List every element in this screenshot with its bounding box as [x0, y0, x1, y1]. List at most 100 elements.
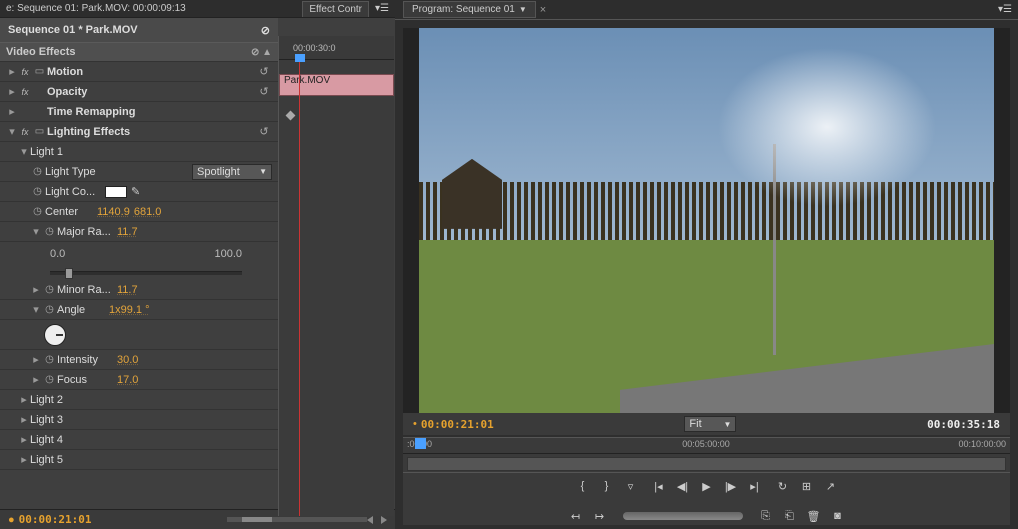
light4-header[interactable]: ▸ Light 4 [0, 430, 278, 450]
angle-dial-row [0, 320, 278, 350]
color-swatch[interactable] [105, 186, 127, 198]
stopwatch-icon[interactable]: ◷ [42, 284, 57, 295]
panel-menu-icon[interactable]: ▾☰ [369, 1, 395, 16]
safe-margins-button[interactable]: ⊞ [796, 477, 818, 495]
twirl-icon[interactable]: ▸ [30, 353, 42, 366]
stopwatch-icon[interactable]: ◷ [42, 226, 57, 237]
twirl-icon[interactable]: ▾ [30, 225, 42, 238]
twirl-icon[interactable]: ▸ [18, 433, 30, 446]
play-button[interactable]: ▶ [696, 477, 718, 495]
light-type-select[interactable]: Spotlight▼ [192, 164, 272, 180]
effect-motion[interactable]: ▸ fx ▭ Motion ↺ [0, 62, 278, 82]
twirl-icon[interactable]: ▸ [6, 105, 18, 118]
out-point-button[interactable]: } [596, 477, 618, 495]
twirl-icon[interactable]: ▾ [6, 125, 18, 138]
step-back-button[interactable]: ◀| [672, 477, 694, 495]
stopwatch-icon[interactable]: ◷ [42, 374, 57, 385]
effect-timeline[interactable]: 00:00:30:0 Park.MOV [278, 36, 394, 516]
trash-button[interactable]: 🗑 [803, 507, 825, 525]
stopwatch-icon[interactable]: ◷ [30, 206, 45, 217]
marker-icon: • [413, 418, 417, 430]
twirl-icon[interactable]: ▸ [18, 453, 30, 466]
minor-radius-value[interactable]: 11.7 [117, 284, 138, 296]
direct-manip-icon[interactable]: ▭ [32, 126, 47, 137]
twirl-icon[interactable]: ▾ [30, 303, 42, 316]
zoom-in-icon[interactable] [381, 516, 387, 524]
source-tab[interactable]: e: Sequence 01: Park.MOV: 00:00:09:13 [0, 1, 192, 16]
close-tab-icon[interactable]: × [540, 4, 546, 16]
effect-lighting[interactable]: ▾ fx ▭ Lighting Effects ↺ [0, 122, 278, 142]
program-infobar: • 00:00:21:01 Fit▼ 00:00:35:18 [403, 413, 1010, 435]
effect-opacity[interactable]: ▸ fx Opacity ↺ [0, 82, 278, 102]
program-ruler[interactable]: :00:00 00:05:00:00 00:10:00:00 [403, 438, 1010, 454]
light2-header[interactable]: ▸ Light 2 [0, 390, 278, 410]
extract-button[interactable]: ⎗ [779, 507, 801, 525]
stopwatch-icon[interactable]: ◷ [42, 304, 57, 315]
stopwatch-icon[interactable]: ◷ [42, 354, 57, 365]
marker-button[interactable]: ▿ [620, 477, 642, 495]
angle-dial[interactable] [44, 324, 66, 346]
next-edit-button[interactable]: ↦ [589, 507, 611, 525]
program-timebar[interactable]: :00:00 00:05:00:00 00:10:00:00 [403, 437, 1010, 473]
export-frame-button[interactable]: ◙ [827, 507, 849, 525]
program-current-tc[interactable]: 00:00:21:01 [421, 418, 494, 431]
clip-link-icon[interactable]: ⊘ ▲ [251, 47, 272, 58]
light3-header[interactable]: ▸ Light 3 [0, 410, 278, 430]
focus-value[interactable]: 17.0 [117, 374, 138, 386]
output-button[interactable]: ↗ [820, 477, 842, 495]
video-preview [419, 28, 994, 413]
panel-menu-icon[interactable]: ▾☰ [992, 2, 1018, 17]
twirl-icon[interactable]: ▾ [18, 145, 30, 158]
program-playhead[interactable] [415, 438, 426, 449]
current-timecode[interactable]: 00:00:21:01 [19, 513, 92, 526]
loop-button[interactable]: ↻ [772, 477, 794, 495]
twirl-icon[interactable]: ▸ [18, 413, 30, 426]
step-fwd-button[interactable]: |▶ [720, 477, 742, 495]
keyframe-diamond-icon[interactable] [286, 111, 296, 121]
in-point-button[interactable]: { [572, 477, 594, 495]
major-radius-slider-row: 0.0 100.0 [0, 242, 278, 266]
program-tab[interactable]: Program: Sequence 01▼ [403, 1, 536, 18]
effect-controls-tab[interactable]: Effect Contr [302, 1, 369, 17]
twirl-icon[interactable]: ▸ [30, 283, 42, 296]
reset-icon[interactable]: ↺ [256, 125, 272, 138]
lift-button[interactable]: ⎘ [755, 507, 777, 525]
program-scrollbar[interactable] [407, 457, 1006, 471]
twirl-icon[interactable]: ▸ [30, 373, 42, 386]
stopwatch-icon[interactable]: ◷ [30, 186, 45, 197]
goto-prev-button[interactable]: |◂ [648, 477, 670, 495]
fx-badge: fx [18, 127, 32, 137]
light1-header[interactable]: ▾ Light 1 [0, 142, 278, 162]
angle-value[interactable]: 1x99.1 ° [109, 304, 149, 316]
twirl-icon[interactable]: ▸ [18, 393, 30, 406]
effect-playhead[interactable] [299, 54, 300, 516]
goto-next-button[interactable]: ▸| [744, 477, 766, 495]
prev-edit-button[interactable]: ↤ [565, 507, 587, 525]
effect-zoom-slider[interactable] [227, 517, 367, 522]
intensity-row: ▸ ◷ Intensity 30.0 [0, 350, 278, 370]
program-monitor[interactable] [403, 28, 1010, 413]
center-y-value[interactable]: 681.0 [134, 206, 162, 218]
eyedropper-icon[interactable]: ✎ [131, 185, 144, 198]
major-radius-value[interactable]: 11.7 [117, 226, 138, 238]
twirl-icon[interactable]: ▸ [6, 85, 18, 98]
twirl-icon[interactable]: ▸ [6, 65, 18, 78]
reset-icon[interactable]: ↺ [256, 65, 272, 78]
shuttle-slider[interactable] [623, 512, 743, 520]
reset-icon[interactable]: ↺ [256, 85, 272, 98]
stopwatch-icon[interactable]: ◷ [30, 166, 45, 177]
show-keyframes-icon[interactable]: ⊘ [261, 24, 270, 37]
center-x-value[interactable]: 1140.9 [97, 206, 130, 218]
zoom-out-icon[interactable] [367, 516, 373, 524]
minor-radius-row: ▸ ◷ Minor Ra... 11.7 [0, 280, 278, 300]
major-radius-slider[interactable] [50, 271, 242, 275]
center-row: ◷ Center 1140.9 681.0 [0, 202, 278, 222]
video-effects-header[interactable]: Video Effects ⊘ ▲ [0, 42, 278, 62]
effect-timeremap[interactable]: ▸ Time Remapping [0, 102, 278, 122]
light5-header[interactable]: ▸ Light 5 [0, 450, 278, 470]
zoom-fit-select[interactable]: Fit▼ [684, 416, 736, 432]
direct-manip-icon[interactable]: ▭ [32, 66, 47, 77]
clip-bar[interactable]: Park.MOV [279, 74, 394, 96]
fx-badge: fx [18, 87, 32, 97]
intensity-value[interactable]: 30.0 [117, 354, 138, 366]
